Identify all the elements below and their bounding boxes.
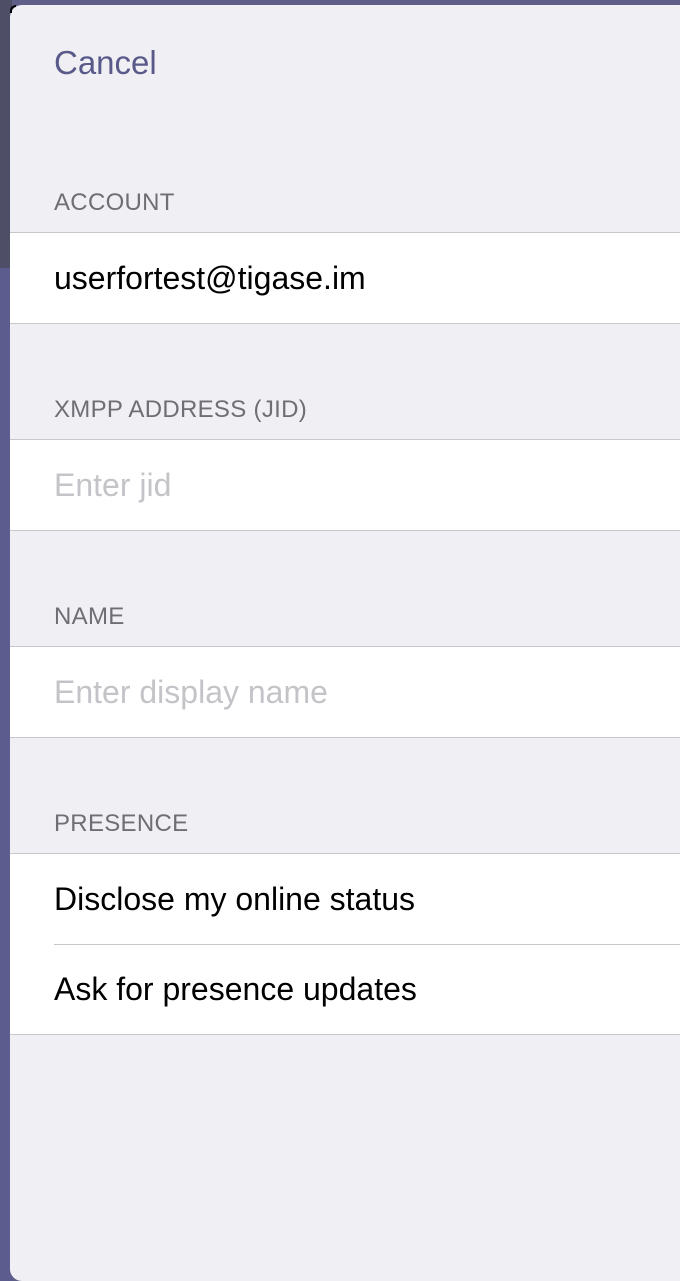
account-cell[interactable]: userfortest@tigase.im [10,233,680,323]
presence-group: Disclose my online status Ask for presen… [10,853,680,1035]
account-section-header: ACCOUNT [54,189,175,216]
display-name-input[interactable] [54,673,634,711]
name-group [10,646,680,738]
add-contact-sheet: Cancel ACCOUNT userfortest@tigase.im XMP… [10,5,680,1281]
sheet-corner [10,5,16,13]
name-cell [10,647,680,737]
jid-section-header: XMPP ADDRESS (JID) [54,396,308,423]
jid-cell [10,440,680,530]
jid-input[interactable] [54,466,634,504]
name-section-header: NAME [54,603,125,630]
presence-updates-label: Ask for presence updates [54,970,417,1007]
presence-updates-cell[interactable]: Ask for presence updates [10,944,680,1034]
account-group: userfortest@tigase.im [10,232,680,324]
disclose-status-cell[interactable]: Disclose my online status [10,854,680,944]
disclose-status-label: Disclose my online status [54,880,416,917]
presence-section-header: PRESENCE [54,810,189,837]
jid-group [10,439,680,531]
account-value: userfortest@tigase.im [54,259,366,296]
cancel-button[interactable]: Cancel [54,41,157,85]
